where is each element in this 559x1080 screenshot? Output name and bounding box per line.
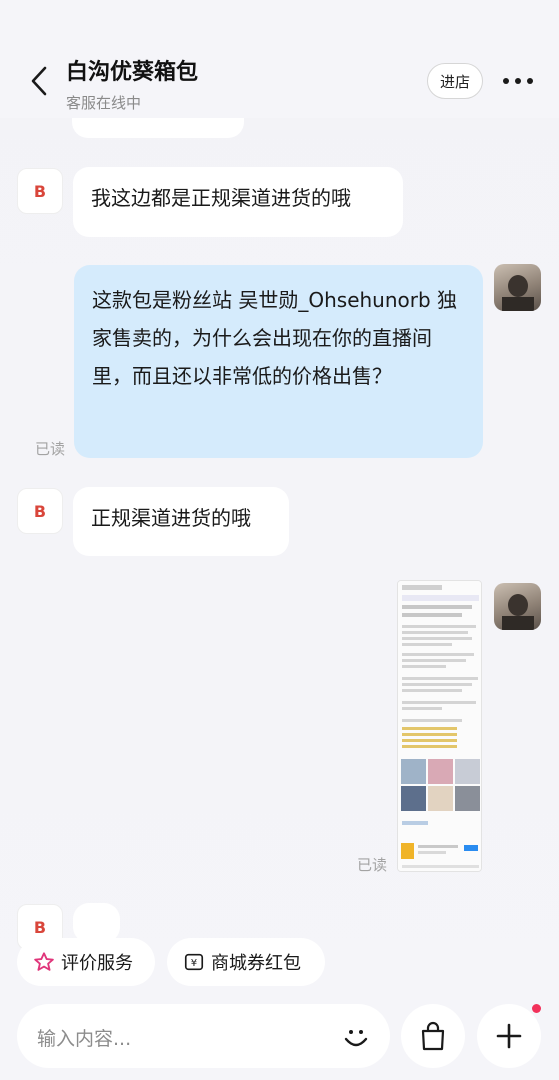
coupon-button[interactable]: ¥ 商城券红包	[167, 938, 325, 986]
shop-avatar[interactable]: B	[17, 168, 63, 214]
plus-icon	[496, 1023, 522, 1049]
star-icon	[34, 952, 54, 971]
chat-header: 白沟优葵箱包 客服在线中 进店	[0, 0, 559, 118]
input-bar: 输入内容...	[0, 1002, 559, 1072]
user-avatar[interactable]	[494, 264, 541, 311]
quick-actions-bar: 评价服务 ¥ 商城券红包	[0, 938, 559, 988]
enter-store-button[interactable]: 进店	[427, 63, 483, 99]
message-text: 我这边都是正规渠道进货的哦	[91, 186, 351, 210]
input-placeholder: 输入内容...	[37, 1028, 132, 1050]
chevron-left-icon	[31, 66, 47, 96]
more-actions-button[interactable]	[477, 1004, 541, 1068]
shop-avatar[interactable]: B	[17, 488, 63, 534]
message-bubble: 正规渠道进货的哦	[73, 487, 289, 556]
message-text: 这款包是粉丝站 吴世勋_Ohsehunorb 独家售卖的，为什么会出现在你的直播…	[92, 288, 458, 388]
message-bubble: 我这边都是正规渠道进货的哦	[73, 167, 403, 237]
read-receipt: 已读	[357, 856, 388, 874]
user-avatar[interactable]	[494, 583, 541, 630]
coupon-label: 商城券红包	[211, 953, 301, 974]
smile-icon	[344, 1030, 368, 1047]
message-bubble-partial	[73, 903, 120, 943]
more-options-button[interactable]	[500, 66, 536, 96]
message-bubble: 这款包是粉丝站 吴世勋_Ohsehunorb 独家售卖的，为什么会出现在你的直播…	[74, 265, 483, 458]
emoji-button[interactable]	[337, 1018, 375, 1056]
notification-dot	[532, 1004, 541, 1013]
shop-name: 白沟优葵箱包	[66, 60, 199, 85]
message-text: 正规渠道进货的哦	[91, 506, 251, 530]
svg-text:¥: ¥	[191, 958, 197, 969]
read-receipt: 已读	[35, 440, 66, 458]
more-icon	[503, 78, 533, 84]
message-input[interactable]: 输入内容...	[17, 1004, 390, 1068]
product-button[interactable]	[401, 1004, 465, 1068]
shopping-bag-icon	[421, 1021, 445, 1051]
image-message[interactable]	[397, 580, 482, 872]
chat-area[interactable]: B 我这边都是正规渠道进货的哦 这款包是粉丝站 吴世勋_Ohsehunorb 独…	[0, 0, 559, 1080]
service-status: 客服在线中	[66, 94, 142, 112]
coupon-icon: ¥	[184, 953, 204, 971]
rate-service-label: 评价服务	[61, 953, 133, 974]
rate-service-button[interactable]: 评价服务	[17, 938, 155, 986]
back-button[interactable]	[22, 62, 56, 100]
